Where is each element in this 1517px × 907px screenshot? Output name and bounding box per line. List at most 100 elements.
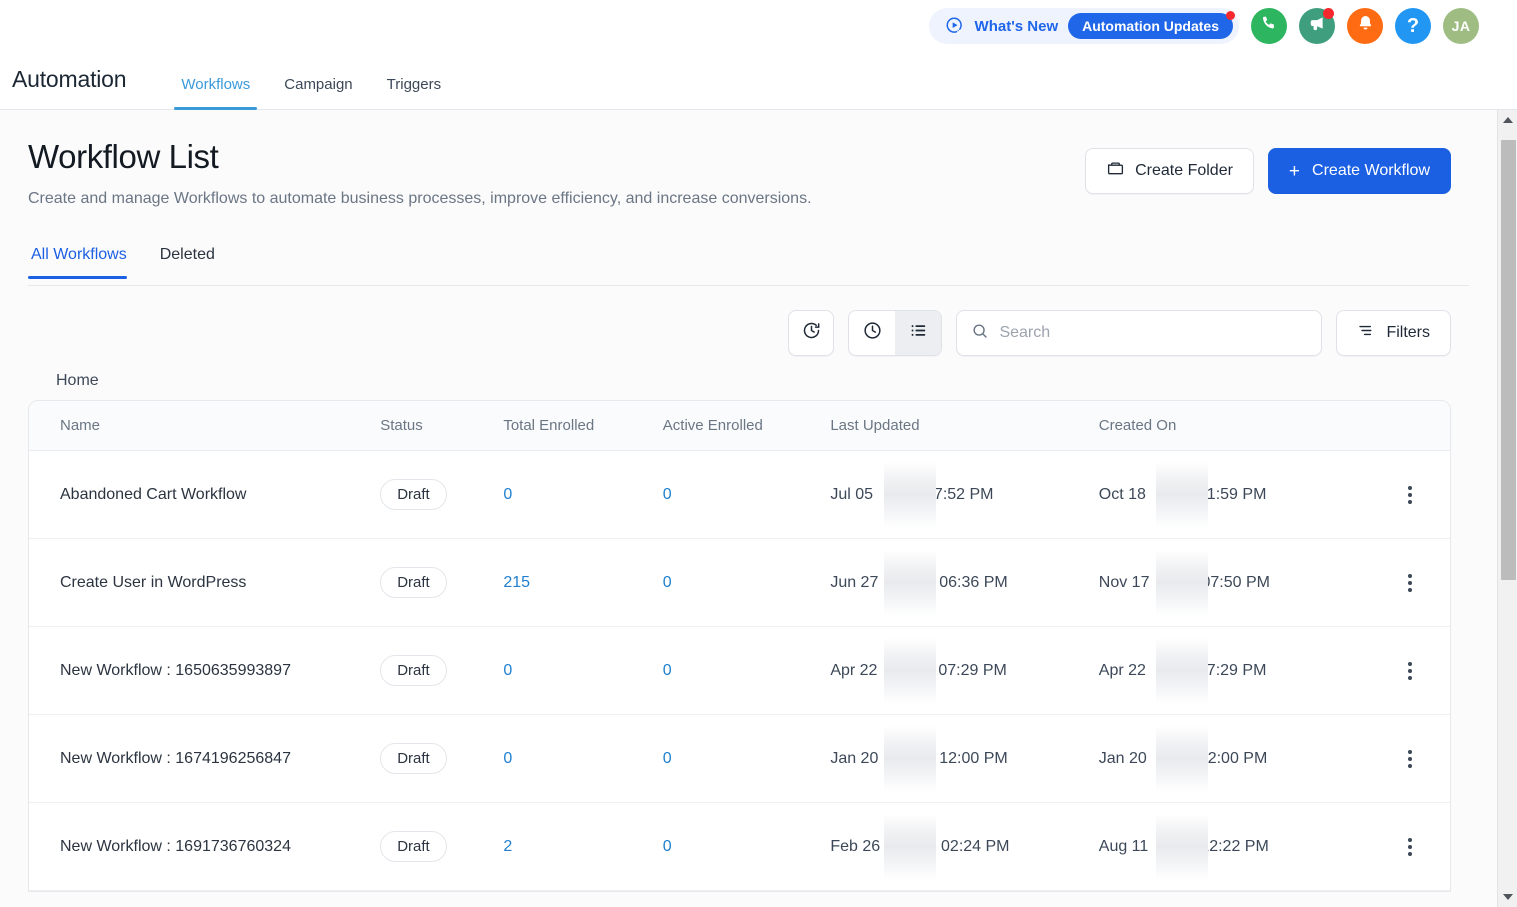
megaphone-icon xyxy=(1308,14,1327,38)
subtab-all-workflows[interactable]: All Workflows xyxy=(28,246,157,279)
scrollbar-thumb[interactable] xyxy=(1501,140,1516,580)
workflow-name[interactable]: New Workflow : 1650635993897 xyxy=(60,662,291,679)
announcements-button[interactable] xyxy=(1299,8,1335,44)
last-updated-value: Apr 22, 07:29 PM xyxy=(830,637,1007,704)
search-icon xyxy=(971,322,989,345)
app-title: Automation xyxy=(12,66,127,92)
avatar[interactable]: JA xyxy=(1443,8,1479,44)
table-toolbar: Filters xyxy=(0,286,1497,356)
last-updated-value: Jul 05 07:52 PM xyxy=(830,461,994,528)
total-enrolled-link[interactable]: 2 xyxy=(503,838,512,855)
table-row[interactable]: New Workflow : 1691736760324 Draft 2 0 Feb 2… xyxy=(29,802,1450,891)
breadcrumb-home[interactable]: Home xyxy=(56,372,99,389)
create-workflow-label: Create Workflow xyxy=(1312,162,1430,179)
last-updated-value: Feb 26, 02:24 PM xyxy=(830,813,1010,880)
active-enrolled-link[interactable]: 0 xyxy=(663,574,672,591)
workflow-name[interactable]: New Workflow : 1674196256847 xyxy=(60,750,291,767)
kebab-menu-icon[interactable] xyxy=(1369,485,1450,504)
list-view-button[interactable] xyxy=(895,311,942,355)
nav-tab-workflows[interactable]: Workflows xyxy=(164,76,267,110)
table-row[interactable]: New Workflow : 1674196256847 Draft 0 0 Jan 2… xyxy=(29,714,1450,803)
table-row[interactable]: New Workflow : 1650635993897 Draft 0 0 Apr 2… xyxy=(29,626,1450,715)
active-enrolled-link[interactable]: 0 xyxy=(663,662,672,679)
subtab-deleted[interactable]: Deleted xyxy=(157,246,245,278)
kebab-menu-icon[interactable] xyxy=(1369,661,1450,680)
workflow-name[interactable]: New Workflow : 1691736760324 xyxy=(60,838,291,855)
total-enrolled-link[interactable]: 0 xyxy=(503,662,512,679)
created-on-value: Oct 18 01:59 PM xyxy=(1099,461,1266,528)
active-enrolled-link[interactable]: 0 xyxy=(663,838,672,855)
create-folder-button[interactable]: Create Folder xyxy=(1085,148,1254,194)
recent-view-button[interactable] xyxy=(849,311,895,355)
table-row[interactable]: Abandoned Cart Workflow Draft 0 0 Jul 05 07:5… xyxy=(29,450,1450,539)
column-header-status: Status xyxy=(380,401,504,451)
clock-icon xyxy=(862,320,883,346)
page-title: Workflow List xyxy=(28,138,219,175)
filters-button[interactable]: Filters xyxy=(1336,310,1451,356)
total-enrolled-link[interactable]: 0 xyxy=(503,750,512,767)
column-header-last-updated: Last Updated xyxy=(830,401,1099,451)
search-box[interactable] xyxy=(956,310,1323,356)
avatar-initials: JA xyxy=(1451,18,1471,34)
phone-icon xyxy=(1260,14,1279,38)
search-input[interactable] xyxy=(999,324,1308,342)
kebab-menu-icon[interactable] xyxy=(1369,837,1450,856)
last-updated-value: Jan 20, 12:00 PM xyxy=(830,725,1008,792)
total-enrolled-link[interactable]: 215 xyxy=(503,574,530,591)
column-header-actions xyxy=(1369,401,1450,451)
breadcrumb[interactable]: Home xyxy=(0,356,1497,400)
status-badge: Draft xyxy=(380,655,447,686)
active-enrolled-link[interactable]: 0 xyxy=(663,750,672,767)
nav-tab-workflows-label: Workflows xyxy=(181,76,251,93)
nav-tab-triggers[interactable]: Triggers xyxy=(370,76,458,109)
status-badge: Draft xyxy=(380,831,447,862)
status-badge: Draft xyxy=(380,743,447,774)
phone-button[interactable] xyxy=(1251,8,1287,44)
created-on-value: Jan 20 12:00 PM xyxy=(1099,725,1267,792)
announcements-dot-icon xyxy=(1323,8,1334,19)
page-header-actions: Create Folder + Create Workflow xyxy=(1085,138,1451,194)
created-on-value: Nov 17 07:50 PM xyxy=(1099,549,1270,616)
created-on-value: Aug 11 12:22 PM xyxy=(1099,813,1269,880)
bell-icon xyxy=(1356,14,1375,38)
automation-updates-label: Automation Updates xyxy=(1082,18,1219,34)
status-badge: Draft xyxy=(380,479,447,510)
vertical-scrollbar[interactable] xyxy=(1497,110,1517,907)
active-enrolled-link[interactable]: 0 xyxy=(663,486,672,503)
history-button[interactable] xyxy=(788,310,835,356)
page-subtitle: Create and manage Workflows to automate … xyxy=(28,190,812,207)
scroll-up-button[interactable] xyxy=(1498,110,1517,130)
workflow-name[interactable]: Abandoned Cart Workflow xyxy=(60,486,246,503)
app-nav: Automation Workflows Campaign Triggers xyxy=(0,52,1497,110)
workflow-table: Name Status Total Enrolled Active Enroll… xyxy=(28,400,1451,892)
nav-tab-campaign[interactable]: Campaign xyxy=(267,76,369,109)
kebab-menu-icon[interactable] xyxy=(1369,749,1450,768)
whats-new-pill[interactable]: What's New Automation Updates xyxy=(928,8,1239,44)
folder-icon xyxy=(1106,159,1125,183)
table-row[interactable]: Create User in WordPress Draft 215 0 Jun 27,… xyxy=(29,538,1450,627)
workflow-subtabs: All Workflows Deleted xyxy=(28,246,1469,286)
notifications-button[interactable] xyxy=(1347,8,1383,44)
whats-new-label: What's New xyxy=(974,17,1059,35)
top-right-gutter xyxy=(1497,0,1517,110)
clock-refresh-icon xyxy=(801,320,822,346)
table-body: Abandoned Cart Workflow Draft 0 0 Jul 05 07:5… xyxy=(29,450,1450,891)
column-header-total-enrolled: Total Enrolled xyxy=(503,401,663,451)
subtab-deleted-label: Deleted xyxy=(159,246,215,263)
status-badge: Draft xyxy=(380,567,447,598)
scroll-down-button[interactable] xyxy=(1498,887,1517,907)
chevron-down-icon xyxy=(1503,894,1513,900)
top-utility-bar: What's New Automation Updates ? JA xyxy=(0,0,1497,52)
create-workflow-button[interactable]: + Create Workflow xyxy=(1267,148,1451,194)
workflow-name[interactable]: Create User in WordPress xyxy=(60,574,246,591)
column-header-created-on: Created On xyxy=(1098,401,1370,451)
kebab-menu-icon[interactable] xyxy=(1369,573,1450,592)
nav-tab-triggers-label: Triggers xyxy=(386,76,442,93)
automation-updates-badge[interactable]: Automation Updates xyxy=(1068,11,1235,39)
filters-label: Filters xyxy=(1386,324,1430,341)
total-enrolled-link[interactable]: 0 xyxy=(503,486,512,503)
table-header: Name Status Total Enrolled Active Enroll… xyxy=(29,401,1450,451)
subtab-all-workflows-label: All Workflows xyxy=(31,246,127,263)
notification-dot-icon xyxy=(1226,11,1235,20)
help-button[interactable]: ? xyxy=(1395,8,1431,44)
